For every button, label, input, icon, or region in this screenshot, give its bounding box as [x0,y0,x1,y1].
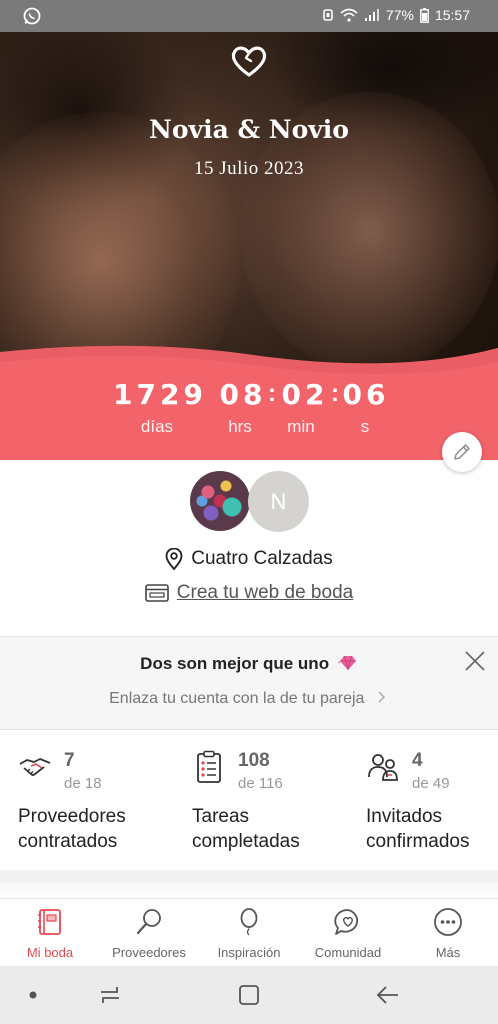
close-icon[interactable] [464,650,486,672]
clock: 15:57 [434,7,470,23]
stat-vendors-label: Proveedores contratados [18,804,126,854]
nav-label-comunidad: Comunidad [314,945,382,960]
couple-title: Novia & Novio [149,115,349,144]
home-icon[interactable] [236,982,262,1008]
browser-icon [144,584,169,602]
stat-guests-label: Invitados confirmados [366,804,470,854]
countdown-days: 1729 [113,378,207,411]
nav-item-mi-boda[interactable]: Mi boda [0,899,100,967]
stat-tasks-total: de 116 [238,775,283,792]
promo-subtitle-text: Enlaza tu cuenta con la de tu pareja [109,690,365,707]
stat-guests-label-line2: confirmados [366,831,470,852]
location: Cuatro Calzadas [0,548,498,570]
battery-icon [420,7,429,23]
countdown: 1729 08 : 02 : 06 días hrs min s [0,378,498,448]
chat-heart-icon [334,909,359,935]
battery-percent: 77% [385,7,414,23]
stat-vendors-value: 7 [64,750,75,771]
nav-item-mas[interactable]: Más [398,899,498,967]
back-icon[interactable] [375,982,401,1008]
section-shadow [0,882,498,898]
more-icon [434,908,462,936]
wedding-website-link[interactable]: Crea tu web de boda [0,582,498,604]
wifi-icon [340,8,358,22]
stat-tasks-label-line1: Tareas [192,806,250,827]
nav-label-mas: Más [435,945,461,960]
partner-link-banner[interactable]: Dos son mejor que uno Enlaza tu cuenta c… [0,636,498,730]
wedding-website-link-label[interactable]: Crea tu web de boda [177,582,353,604]
stat-tasks-value: 108 [238,750,270,771]
promo-subtitle[interactable]: Enlaza tu cuenta con la de tu pareja [0,690,498,708]
bottom-nav: Mi boda Proveedores Inspiración Comunida… [0,898,498,966]
promo-title: Dos son mejor que uno [0,654,498,674]
stat-tasks-label-line2: completadas [192,831,300,852]
stat-vendors-total: de 18 [64,775,102,792]
pencil-icon [454,444,470,460]
recent-apps-icon[interactable] [97,982,123,1008]
chevron-right-icon [378,691,385,703]
guests-icon [368,754,398,781]
system-nav-bar [0,966,498,1024]
notebook-icon [38,909,61,935]
nav-item-inspiracion[interactable]: Inspiración [199,899,299,967]
wedding-stats: 7 de 18 Proveedores contratados 108 de 1… [0,730,498,870]
countdown-seconds: 06 [342,378,390,411]
countdown-separator: : [268,380,276,407]
countdown-separator: : [331,380,339,407]
countdown-minutes-label: min [287,417,315,436]
handshake-icon [19,758,51,776]
edit-button[interactable] [442,432,482,472]
promo-title-text: Dos son mejor que uno [140,654,330,673]
nav-item-comunidad[interactable]: Comunidad [298,899,398,967]
stat-guests[interactable]: 4 de 49 Invitados confirmados [348,730,498,870]
stat-tasks[interactable]: 108 de 116 Tareas completadas [174,730,340,870]
stat-vendors-label-line2: contratados [18,831,118,852]
location-pin-icon [165,548,183,570]
countdown-minutes: 02 [281,378,329,411]
balloon-icon [240,908,258,936]
alarm-icon [323,9,333,21]
countdown-days-label: días [140,417,174,436]
avatar[interactable] [190,471,250,531]
countdown-hours: 08 [219,378,267,411]
stat-vendors-label-line1: Proveedores [18,806,126,827]
nav-label-proveedores: Proveedores [112,945,186,960]
stat-tasks-label: Tareas completadas [192,804,300,854]
countdown-seconds-label: s [360,417,370,436]
whatsapp-icon [23,7,41,25]
countdown-hours-label: hrs [228,417,252,436]
wedding-date: 15 Julio 2023 [194,158,304,179]
section-divider [0,870,498,882]
search-icon [136,909,161,935]
partner-avatar[interactable]: N [248,471,309,532]
stat-guests-value: 4 [412,750,423,771]
gem-icon [337,655,356,671]
heart-logo-icon [231,46,267,77]
checklist-icon [197,750,221,783]
dot-icon[interactable] [20,982,46,1008]
stat-guests-total: de 49 [412,775,450,792]
stat-guests-label-line1: Invitados [366,806,443,827]
stat-vendors[interactable]: 7 de 18 Proveedores contratados [0,730,166,870]
status-bar: 77% 15:57 [0,0,498,32]
nav-label-mi-boda: Mi boda [26,945,74,960]
signal-icon [364,9,379,21]
nav-item-proveedores[interactable]: Proveedores [99,899,199,967]
location-label: Cuatro Calzadas [191,548,333,569]
nav-label-inspiracion: Inspiración [217,945,281,960]
